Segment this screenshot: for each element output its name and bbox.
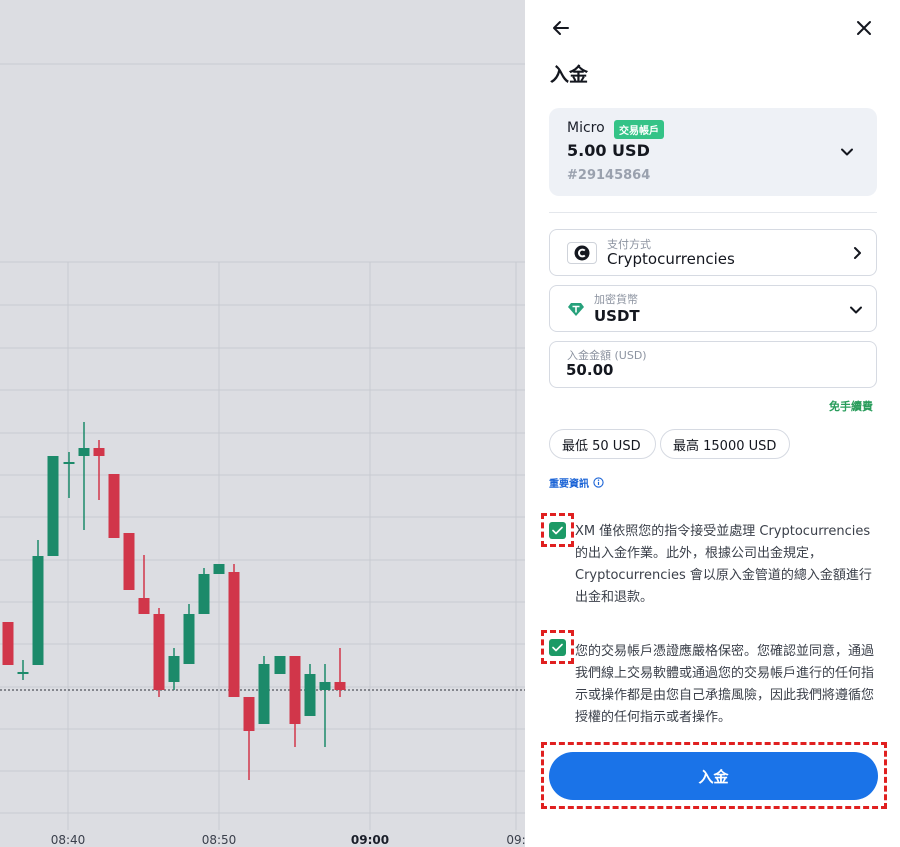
crypto-label: 加密貨幣 [594,293,638,306]
crypto-currency-select[interactable]: 加密貨幣 USDT [549,285,877,332]
consent-checkbox-highlight [541,630,574,664]
payment-method-value: Cryptocurrencies [607,250,735,268]
bearish-candle [138,598,150,614]
bearish-candle [2,622,14,665]
account-selector[interactable]: Micro 交易帳戶 5.00 USD #29145864 [549,108,877,196]
consent-checkbox-2[interactable] [549,638,566,656]
bullish-candle [304,674,316,716]
bullish-candle [183,614,195,664]
account-type: Micro [567,120,605,136]
max-amount-chip[interactable]: 最高 15000 USD [660,429,790,459]
bearish-candle [153,614,165,690]
bullish-candle [198,574,210,614]
time-tick-label: 09:00 [350,833,390,847]
divider [549,212,877,213]
arrow-left-icon [553,21,569,35]
amount-input[interactable] [566,361,856,379]
min-amount-chip[interactable]: 最低 50 USD [549,429,656,459]
bearish-candle [123,533,135,590]
info-icon [593,477,604,488]
back-button[interactable] [547,14,575,42]
page-title: 入金 [550,64,589,86]
close-icon [857,21,871,35]
time-tick-label: 09: [506,833,525,847]
account-badge: 交易帳戶 [614,120,664,139]
bearish-candle [93,448,105,456]
deposit-submit-button[interactable]: 入金 [549,752,878,800]
bullish-candle [274,656,286,674]
deposit-panel: 入金 Micro 交易帳戶 5.00 USD #29145864 支付方式 Cr… [525,0,900,847]
bullish-candle [258,664,270,724]
bearish-candle [108,474,120,538]
checkmark-icon [552,643,563,651]
price-chart[interactable]: 08:40 08:50 09:00 09: [0,0,525,847]
consent-text-2: 您的交易帳戶憑證應嚴格保密。您確認並同意，通過我們線上交易軟體或通過您的交易帳戶… [575,644,875,725]
bullish-candle [319,682,331,690]
chevron-right-icon [854,247,861,259]
time-tick-label: 08:50 [201,833,237,847]
bearish-candle [243,697,255,731]
bullish-candle [213,564,225,574]
bearish-candle [228,572,240,697]
close-button[interactable] [850,14,878,42]
bullish-candle [32,556,44,665]
consent-checkbox-1[interactable] [549,521,566,539]
crypto-coin-icon [567,242,597,264]
candlestick-chart[interactable] [0,0,525,847]
bullish-candle [17,672,29,674]
bearish-candle [334,682,346,690]
bearish-candle [289,656,301,724]
amount-field[interactable]: 入金金額 (USD) [549,341,877,388]
fee-note: 免手續費 [829,400,873,413]
account-balance: 5.00 USD [567,141,650,160]
account-number: #29145864 [567,168,651,183]
important-info-link[interactable]: 重要資訊 [549,475,604,490]
payment-method-selector[interactable]: 支付方式 Cryptocurrencies [549,229,877,276]
important-info-label: 重要資訊 [549,479,589,490]
bullish-candle [47,456,59,556]
crypto-value: USDT [594,307,640,325]
consent-text-1: XM 僅依照您的指令接受並處理 Cryptocurrencies 的出入金作業。… [575,524,872,605]
chevron-down-icon [841,148,853,156]
consent-checkbox-highlight [541,513,574,547]
usdt-icon [568,303,584,316]
bullish-candle [63,462,75,464]
time-tick-label: 08:40 [50,833,86,847]
bullish-candle [78,448,90,456]
chevron-down-icon [850,306,862,314]
checkmark-icon [552,526,563,534]
bullish-candle [168,656,180,682]
